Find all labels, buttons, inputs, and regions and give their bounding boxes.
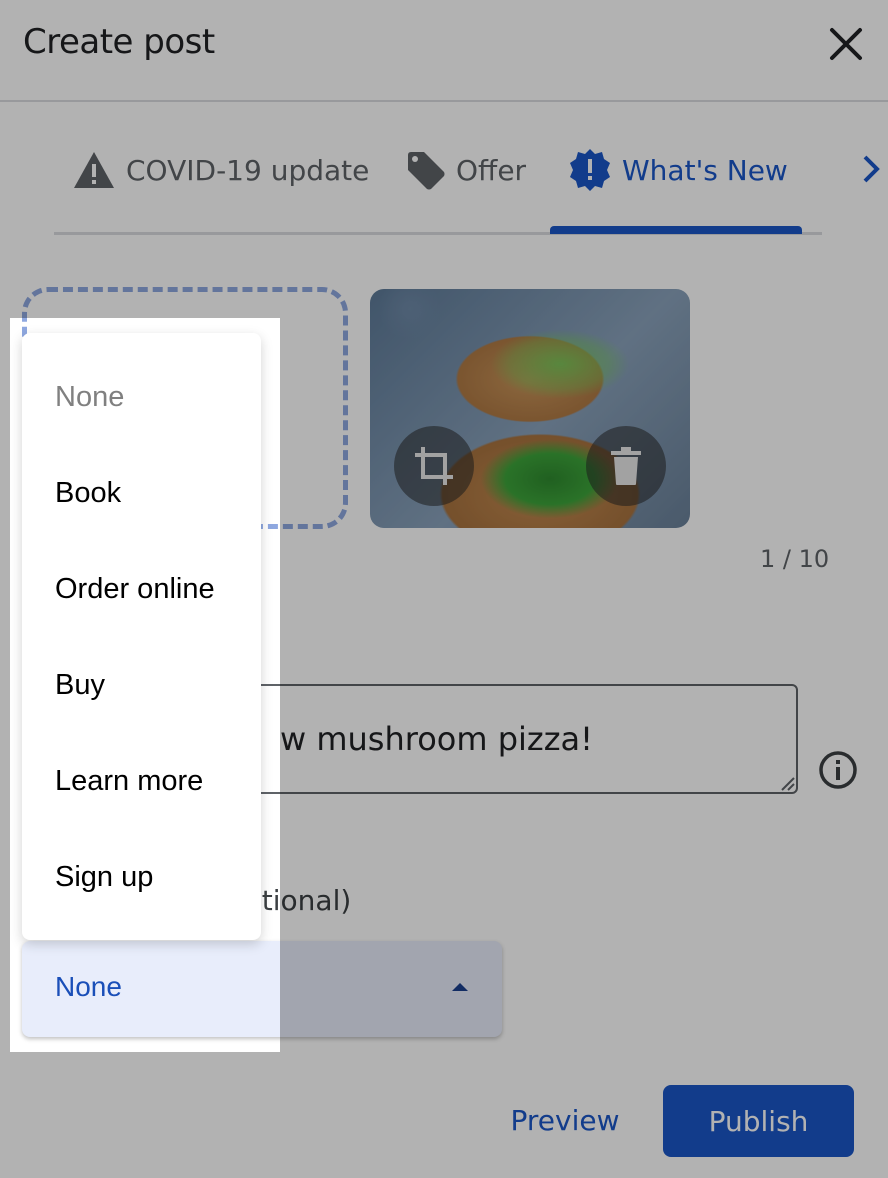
dropdown-option-book[interactable]: Book — [22, 445, 261, 541]
tab-label: COVID-19 update — [126, 153, 370, 187]
tab-label: Offer — [456, 153, 527, 187]
info-button[interactable] — [818, 750, 858, 790]
photo-counter: 1 / 10 — [760, 545, 830, 573]
dropdown-option-order-online[interactable]: Order online — [22, 541, 261, 637]
crop-button[interactable] — [394, 426, 474, 506]
tabs-next-button[interactable] — [860, 153, 882, 185]
preview-button[interactable]: Preview — [500, 1095, 630, 1145]
tag-icon — [408, 152, 445, 190]
dropdown-option-buy[interactable]: Buy — [22, 637, 261, 733]
chevron-right-icon — [863, 155, 880, 183]
dialog-title: Create post — [23, 22, 215, 62]
resize-grip-icon — [781, 777, 795, 791]
new-badge-icon — [570, 149, 610, 191]
resize-handle[interactable] — [778, 774, 796, 792]
active-tab-indicator — [550, 226, 802, 234]
dropdown-option-none[interactable]: None — [22, 349, 261, 445]
close-button[interactable] — [828, 26, 864, 62]
tab-covid-update[interactable]: COVID-19 update — [72, 145, 369, 195]
info-icon — [819, 751, 857, 789]
photo-thumbnail — [370, 289, 690, 528]
dropdown-option-sign-up[interactable]: Sign up — [22, 829, 261, 925]
dropdown-option-learn-more[interactable]: Learn more — [22, 733, 261, 829]
close-icon — [830, 28, 862, 60]
description-value: w mushroom pizza! — [280, 720, 593, 758]
action-button-select[interactable]: None — [22, 941, 502, 1037]
select-value: None — [55, 971, 122, 1002]
publish-button[interactable]: Publish — [663, 1085, 854, 1157]
crop-icon — [415, 447, 453, 485]
delete-photo-button[interactable] — [586, 426, 666, 506]
tab-offer[interactable]: Offer — [404, 145, 526, 195]
caret-up-icon — [452, 983, 468, 991]
action-button-dropdown: None Book Order online Buy Learn more Si… — [22, 333, 261, 940]
warning-icon — [74, 152, 114, 188]
tab-whats-new[interactable]: What's New — [568, 145, 788, 195]
photo-detail — [490, 329, 630, 399]
delete-icon — [611, 447, 641, 485]
tab-label: What's New — [622, 153, 788, 187]
